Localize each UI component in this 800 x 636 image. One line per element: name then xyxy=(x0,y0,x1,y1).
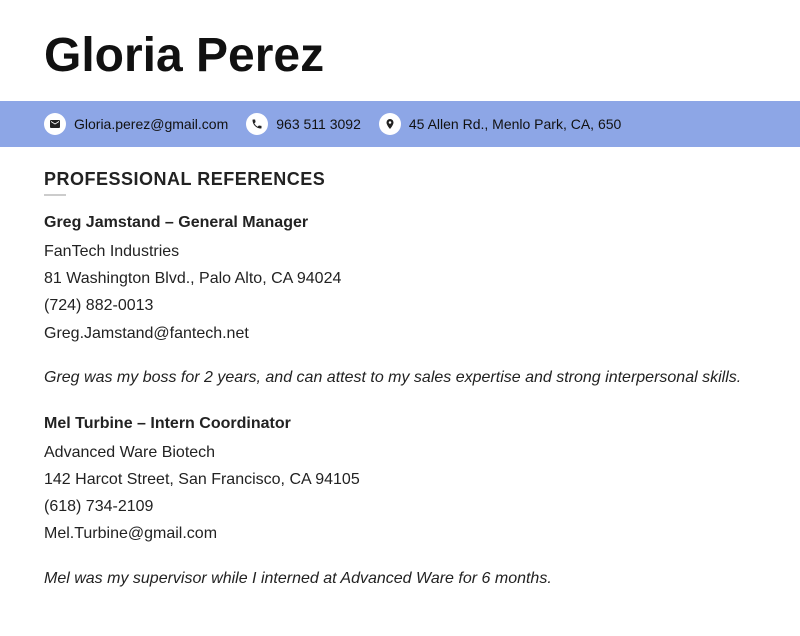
contact-bar: Gloria.perez@gmail.com 963 511 3092 45 A… xyxy=(0,101,800,147)
email-icon xyxy=(44,113,66,135)
reference-heading: Mel Turbine – Intern Coordinator xyxy=(44,415,756,433)
reference-note: Mel was my supervisor while I interned a… xyxy=(44,570,756,588)
reference-address: 81 Washington Blvd., Palo Alto, CA 94024 xyxy=(44,265,756,292)
reference-phone: (618) 734-2109 xyxy=(44,493,756,520)
contact-email-text: Gloria.perez@gmail.com xyxy=(74,116,228,132)
reference-email: Mel.Turbine@gmail.com xyxy=(44,520,756,547)
contact-address-text: 45 Allen Rd., Menlo Park, CA, 650 xyxy=(409,116,621,132)
title-underline xyxy=(44,194,66,196)
reference-address: 142 Harcot Street, San Francisco, CA 941… xyxy=(44,466,756,493)
contact-phone: 963 511 3092 xyxy=(246,113,361,135)
contact-phone-text: 963 511 3092 xyxy=(276,116,361,132)
reference-email: Greg.Jamstand@fantech.net xyxy=(44,320,756,347)
reference-heading: Greg Jamstand – General Manager xyxy=(44,214,756,232)
reference-company: FanTech Industries xyxy=(44,238,756,265)
contact-address: 45 Allen Rd., Menlo Park, CA, 650 xyxy=(379,113,621,135)
reference-phone: (724) 882-0013 xyxy=(44,292,756,319)
contact-email: Gloria.perez@gmail.com xyxy=(44,113,228,135)
person-name: Gloria Perez xyxy=(0,0,800,101)
section-title: PROFESSIONAL REFERENCES xyxy=(44,169,756,190)
phone-icon xyxy=(246,113,268,135)
reference-note: Greg was my boss for 2 years, and can at… xyxy=(44,369,756,387)
reference-block: Mel Turbine – Intern Coordinator Advance… xyxy=(44,415,756,588)
location-icon xyxy=(379,113,401,135)
content-area: PROFESSIONAL REFERENCES Greg Jamstand – … xyxy=(0,147,800,588)
reference-company: Advanced Ware Biotech xyxy=(44,439,756,466)
reference-block: Greg Jamstand – General Manager FanTech … xyxy=(44,214,756,387)
